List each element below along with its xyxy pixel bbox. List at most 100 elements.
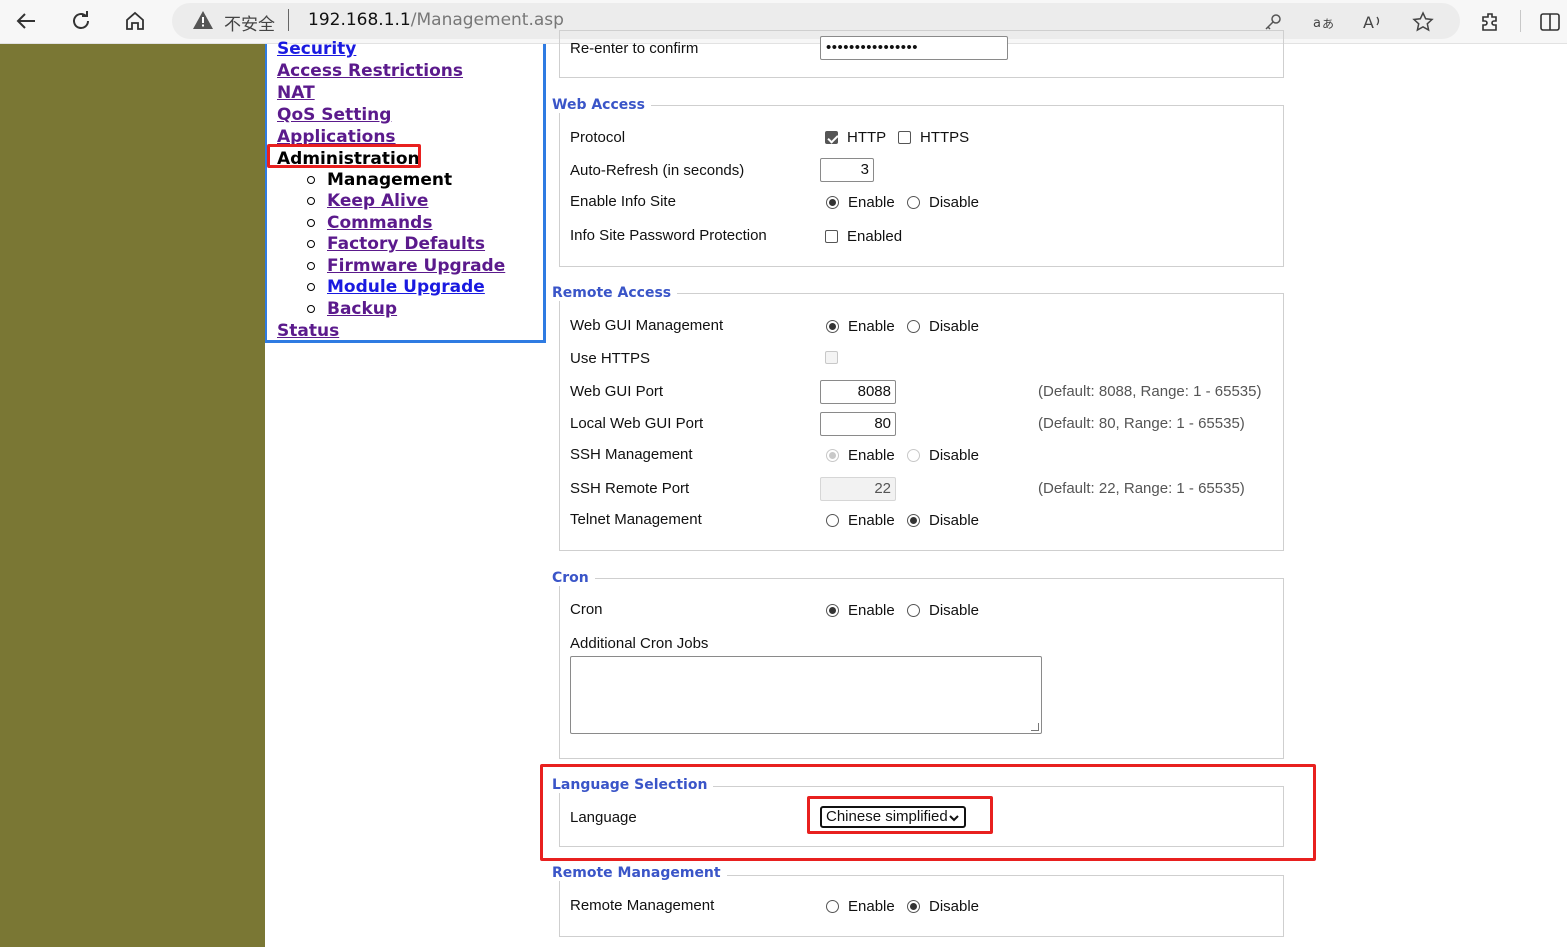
autorefresh-input[interactable]: 3 [820,158,874,182]
resize-grip-icon[interactable] [1031,723,1039,731]
svg-text:a: a [1313,16,1321,31]
split-screen-icon[interactable] [1535,7,1565,37]
cron-legend: Cron [552,570,595,586]
webgui-disable-radio[interactable] [907,320,920,333]
ssh-port-input[interactable]: 22 [820,477,896,501]
local-port-input[interactable]: 80 [820,412,896,436]
enable-label: Enable [848,602,895,619]
cron-enable[interactable]: Enable [826,602,895,619]
submenu-factory-defaults-link[interactable]: Factory Defaults [327,234,485,254]
address-separator [288,9,289,31]
submenu-management-label: Management [327,170,453,190]
telnet-management-label: Telnet Management [570,511,702,528]
translate-icon[interactable]: aあ [1310,9,1336,35]
use-https-option[interactable] [825,351,847,364]
remote-management-disable-radio[interactable] [907,900,920,913]
left-background [0,44,265,947]
enable-label: Enable [848,512,895,529]
ssh-disable[interactable]: Disable [907,447,979,464]
telnet-disable[interactable]: Disable [907,512,979,529]
bullet-icon [307,240,315,248]
info-site-label: Enable Info Site [570,193,676,210]
bullet-icon [307,262,315,270]
menu-status[interactable]: Status [277,321,339,341]
info-password-checkbox[interactable] [825,230,838,243]
https-option[interactable]: HTTPS [898,129,969,146]
reenter-password-label: Re-enter to confirm [570,40,699,57]
enable-label: Enable [848,194,895,211]
submenu-keep-alive: Keep Alive [307,191,428,211]
https-checkbox[interactable] [898,131,911,144]
webgui-port-hint: (Default: 8088, Range: 1 - 65535) [1038,383,1262,400]
submenu-firmware-upgrade-link[interactable]: Firmware Upgrade [327,256,505,276]
cron-enable-radio[interactable] [826,604,839,617]
ssh-port-hint: (Default: 22, Range: 1 - 65535) [1038,480,1245,497]
ssh-management-label: SSH Management [570,446,693,463]
highlight-language-select [807,796,993,834]
submenu-factory-defaults: Factory Defaults [307,234,485,254]
extensions-icon[interactable] [1476,7,1506,37]
use-https-label: Use HTTPS [570,350,651,367]
webgui-port-input[interactable]: 8088 [820,380,896,404]
refresh-icon[interactable] [65,6,97,36]
remote-management-disable[interactable]: Disable [907,898,979,915]
info-site-enable[interactable]: Enable [826,194,895,211]
cron-jobs-textarea[interactable] [570,656,1042,734]
telnet-enable-radio[interactable] [826,514,839,527]
enabled-label: Enabled [847,228,903,245]
back-icon[interactable] [10,6,42,36]
insecure-label[interactable]: 不安全 [224,10,275,35]
telnet-disable-radio[interactable] [907,514,920,527]
info-password-option[interactable]: Enabled [825,228,902,245]
url-host: 192.168.1.1 [308,10,411,30]
cron-label: Cron [570,601,603,618]
read-aloud-icon[interactable]: A [1360,9,1386,35]
enable-label: Enable [848,447,895,464]
http-option[interactable]: HTTP [825,129,886,146]
ssh-enable-radio[interactable] [826,449,839,462]
submenu-keep-alive-link[interactable]: Keep Alive [327,191,428,211]
autorefresh-label: Auto-Refresh (in seconds) [570,162,745,179]
home-icon[interactable] [119,6,151,36]
url-text[interactable]: 192.168.1.1/Management.asp [308,10,564,30]
webgui-enable-radio[interactable] [826,320,839,333]
url-path: /Management.asp [410,10,564,30]
reenter-password-input[interactable]: •••••••••••••••• [820,36,1008,60]
info-site-disable[interactable]: Disable [907,194,979,211]
disable-label: Disable [929,602,980,619]
disable-label: Disable [929,512,980,529]
submenu-commands-link[interactable]: Commands [327,213,432,233]
telnet-enable[interactable]: Enable [826,512,895,529]
cron-disable-radio[interactable] [907,604,920,617]
svg-text:あ: あ [1322,17,1334,31]
submenu-commands: Commands [307,213,432,233]
bullet-icon [307,219,315,227]
menu-nat[interactable]: NAT [277,83,315,103]
submenu-module-upgrade-link[interactable]: Module Upgrade [327,277,485,297]
webgui-enable[interactable]: Enable [826,318,895,335]
info-site-disable-radio[interactable] [907,196,920,209]
enable-label: Enable [848,898,895,915]
ssh-port-label: SSH Remote Port [570,480,690,497]
http-checkbox[interactable] [825,131,838,144]
info-site-enable-radio[interactable] [826,196,839,209]
menu-qos-setting[interactable]: QoS Setting [277,105,391,125]
enable-label: Enable [848,318,895,335]
remote-management-enable[interactable]: Enable [826,898,895,915]
submenu-module-upgrade: Module Upgrade [307,277,485,297]
favorite-star-icon[interactable] [1410,9,1436,35]
submenu-backup-link[interactable]: Backup [327,299,397,319]
remote-management-enable-radio[interactable] [826,900,839,913]
submenu-backup: Backup [307,299,397,319]
webgui-disable[interactable]: Disable [907,318,979,335]
menu-access-restrictions[interactable]: Access Restrictions [277,61,463,81]
ssh-disable-radio[interactable] [907,449,920,462]
remote-management-label: Remote Management [570,897,715,914]
use-https-checkbox[interactable] [825,351,838,364]
menu-security[interactable]: Security [277,39,356,59]
disable-label: Disable [929,898,980,915]
warning-icon[interactable] [192,10,214,34]
ssh-enable[interactable]: Enable [826,447,895,464]
cron-disable[interactable]: Disable [907,602,979,619]
local-port-label: Local Web GUI Port [570,415,704,432]
